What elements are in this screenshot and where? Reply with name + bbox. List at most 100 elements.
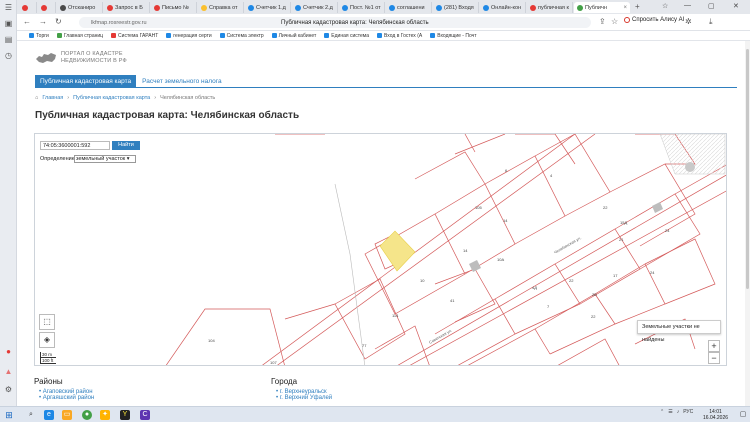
svg-text:114: 114 (392, 313, 399, 318)
share-icon[interactable]: ⇪ (599, 17, 606, 26)
bookmark-item[interactable]: Торги (29, 33, 49, 39)
page-title: Публичная кадастровая карта: Челябинская… (35, 110, 300, 121)
explorer-icon[interactable]: ▭ (62, 410, 72, 420)
svg-text:6: 6 (505, 168, 508, 173)
windows-taskbar: ⊞ ⌕ e ▭ ● ✦ Y C ⌃ ☰ ♪ РУС 14:01 16.04.20… (0, 406, 750, 422)
definition-label: Определение: (40, 156, 77, 162)
reload-icon[interactable]: ↻ (55, 17, 62, 26)
browser-tab[interactable]: Пост. №1 от (339, 2, 385, 13)
svg-text:14: 14 (463, 248, 468, 253)
edge-icon[interactable]: e (44, 410, 54, 420)
forward-icon[interactable]: → (39, 17, 47, 26)
ask-alice-button[interactable]: Спросить Алису AI (624, 17, 684, 23)
svg-text:4: 4 (550, 173, 553, 178)
svg-text:17: 17 (613, 273, 618, 278)
history-icon[interactable]: ◷ (3, 50, 14, 61)
browser-tab[interactable] (38, 2, 56, 13)
star-icon[interactable]: ☆ (611, 17, 618, 26)
start-icon[interactable]: ⊞ (4, 410, 14, 420)
browser-tab[interactable]: Запрос в Б (104, 2, 150, 13)
browser-tab[interactable]: соглашени (386, 2, 432, 13)
language-indicator[interactable]: РУС (683, 409, 693, 415)
parcels-not-found-tooltip: Земельные участки не найдены (637, 320, 721, 343)
page-title-in-url: Публичная кадастровая карта: Челябинская… (281, 19, 429, 26)
browser-tab[interactable]: Счетчик 2.д (292, 2, 338, 13)
bookmark-item[interactable]: Единая система (324, 33, 369, 39)
downloads-icon[interactable]: ⤓ (709, 17, 713, 27)
browser-tab[interactable]: Онлайн-кон (480, 2, 526, 13)
bookmark-item[interactable]: Входящие - Почт (430, 33, 477, 39)
zoom-in-button[interactable]: + (708, 340, 720, 352)
network-icon[interactable]: ☰ (668, 409, 672, 415)
tab-label: Публичн (585, 4, 607, 11)
browser-tab[interactable]: Публичн × (574, 2, 630, 13)
browser-tab[interactable]: (281) Входя (433, 2, 479, 13)
bookmark-item[interactable]: Главная страниц (56, 33, 103, 39)
bookmark-item[interactable]: Вход в Гостех (А (377, 33, 422, 39)
layers-icon[interactable]: ◈ (39, 332, 55, 348)
tab-favicon-icon (107, 4, 113, 11)
bookmark-favicon-icon (111, 33, 117, 38)
browser-menu-icon[interactable]: ☰ (3, 2, 14, 13)
bookmark-item[interactable]: Система ГАРАНТ (111, 33, 158, 39)
definition-select[interactable]: земельный участок ▾ (74, 155, 136, 163)
settings-sidebar-icon[interactable]: ⚙ (3, 384, 14, 395)
browser-tab[interactable]: Отсканиро (57, 2, 103, 13)
svg-text:105: 105 (475, 205, 482, 210)
svg-text:10А: 10А (497, 257, 504, 262)
crumb-map[interactable]: Публичная кадастровая карта (73, 95, 150, 101)
messenger-icon[interactable]: C (140, 410, 150, 420)
cadastral-map[interactable]: 14 14 10 41 10А 4 22 15Д 24 21 22 7 2В 1… (34, 133, 727, 366)
zoom-out-button[interactable]: − (708, 352, 720, 364)
browser-tab[interactable]: публичная к (527, 2, 573, 13)
yandex-icon[interactable]: Y (120, 410, 130, 420)
chrome-icon[interactable]: ● (82, 410, 92, 420)
cadastral-search-input[interactable]: 74:05:3600001:592 (40, 141, 110, 150)
minimize-icon[interactable]: — (684, 2, 691, 9)
browser-tab[interactable] (19, 2, 37, 13)
tabs-icon[interactable]: ▣ (3, 18, 14, 29)
bookmark-star-icon[interactable]: ☆ (662, 2, 668, 10)
tab-label: (281) Входя (444, 4, 474, 11)
collection-icon[interactable]: ▤ (3, 34, 14, 45)
close-window-icon[interactable]: ✕ (733, 2, 739, 10)
home-icon[interactable]: ⌂ (35, 95, 38, 101)
app-icon[interactable]: ✦ (100, 410, 110, 420)
back-icon[interactable]: ← (23, 17, 31, 26)
tab-favicon-icon (436, 4, 442, 11)
breadcrumb: ⌂ Главная › Публичная кадастровая карта … (35, 95, 216, 101)
bookmark-item[interactable]: Личный кабинет (271, 33, 316, 39)
tab-favicon-icon (60, 4, 66, 11)
tab-label: Отсканиро (68, 4, 96, 11)
close-tab-icon[interactable]: × (623, 5, 627, 11)
bookmark-item[interactable]: генерация серти (166, 33, 212, 39)
search-icon[interactable]: ⌕ (26, 410, 36, 420)
volume-icon[interactable]: ♪ (677, 409, 680, 415)
browser-tab[interactable]: Справка от (198, 2, 244, 13)
maximize-icon[interactable]: ▢ (708, 2, 715, 10)
tab-label: Пост. №1 от (350, 4, 381, 11)
svg-text:Челябинская ул.: Челябинская ул. (553, 235, 582, 255)
svg-text:14: 14 (503, 218, 508, 223)
browser-tab[interactable]: Письмо № (151, 2, 197, 13)
bookmark-item[interactable]: Система электр (219, 33, 264, 39)
svg-text:7: 7 (547, 304, 550, 309)
fullscreen-icon[interactable]: ⬚ (39, 314, 55, 330)
find-button[interactable]: Найти (112, 141, 140, 150)
notifications-icon[interactable]: ▢ (738, 410, 748, 420)
url-field[interactable]: lkfmap.rosreestr.gov.ru Публичная кадаст… (79, 17, 591, 28)
chevron-up-icon[interactable]: ⌃ (660, 409, 664, 415)
logo-line1: ПОРТАЛ О КАДАСТРЕ (61, 51, 123, 57)
region-link[interactable]: Аргаяшский район (39, 395, 94, 401)
extensions-icon[interactable]: ✲ (685, 17, 692, 26)
alice-sidebar-icon[interactable]: ● (3, 346, 14, 357)
cities-heading: Города (271, 377, 298, 386)
city-link[interactable]: г. Верхний Уфалей (276, 395, 332, 401)
site-logo[interactable]: ПОРТАЛ О КАДАСТРЕ НЕДВИЖИМОСТИ В РФ (35, 51, 127, 65)
crumb-home[interactable]: Главная (42, 95, 63, 101)
page-scrollbar[interactable] (745, 41, 750, 406)
browser-tab[interactable]: Счетчик 1.д (245, 2, 291, 13)
pin-sidebar-icon[interactable]: ▲ (3, 366, 14, 377)
clock[interactable]: 14:01 16.04.2026 (703, 409, 728, 421)
new-tab-button[interactable]: + (635, 2, 640, 11)
